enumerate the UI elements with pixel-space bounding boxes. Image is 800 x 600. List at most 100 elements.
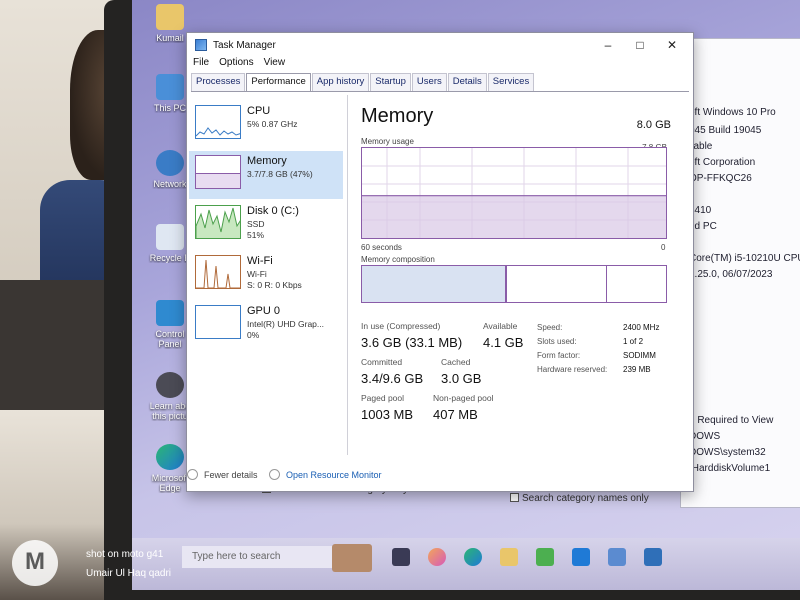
close-button[interactable]: ✕ [657,35,687,55]
pane-divider [347,95,348,455]
bg-row: 1.25.0, 06/07/2023 [689,269,773,280]
mail-icon[interactable] [572,548,590,566]
available-label: Available [483,321,518,331]
motorola-logo-icon [12,540,58,586]
memory-usage-graph [361,147,667,239]
desk-dark [0,280,112,420]
bg-row: DOWS\system32 [689,447,766,458]
bg-row: n Required to View [689,415,774,426]
task-manager-taskbar-icon[interactable] [608,548,626,566]
menu-bar: File Options View [193,57,285,68]
gpu-mini-graph [195,305,241,339]
slots-used-value: 1 of 2 [623,337,644,346]
title-bar[interactable]: Task Manager – □ ✕ [187,33,693,57]
disk-mini-graph [195,205,241,239]
memory-usage-label: Memory usage [361,137,414,146]
hardware-reserved-value: 239 MB [623,365,651,374]
bg-row: 045 Build 19045 [689,125,762,136]
bg-row: oft Windows 10 Pro [689,107,776,118]
tab-app-history[interactable]: App history [311,73,370,91]
available-value: 4.1 GB [483,335,524,350]
tab-services[interactable]: Services [487,73,535,91]
menu-file[interactable]: File [193,57,209,68]
in-use-value: 3.6 GB (33.1 MB) [361,335,463,350]
memory-usage-graph-svg [362,148,666,238]
memory-mini-graph [195,155,241,189]
memory-composition-bar [361,265,667,303]
resource-gpu[interactable]: GPU 0 Intel(R) UHD Grap... 0% [189,301,343,349]
desktop-screen: Kumail This PC Network Recycle B Control… [132,0,800,590]
memory-total: 8.0 GB [636,119,671,131]
widgets-icon[interactable] [428,548,446,566]
tab-performance[interactable]: Performance [246,73,311,92]
chevron-up-icon [187,469,198,480]
graph-time-left: 60 seconds [361,243,402,252]
form-factor-label: Form factor: [537,351,581,360]
checkbox-icon [510,493,519,502]
network-icon [156,150,184,176]
camera-watermark: shot on moto g41 Umair Ul Haq qadri [12,540,212,590]
edge-taskbar-icon[interactable] [464,548,482,566]
footer: Fewer details Open Resource Monitor [187,455,693,491]
bg-row: \HarddiskVolume1 [689,463,771,474]
cached-value: 3.0 GB [441,371,482,386]
speed-value: 2400 MHz [623,323,660,332]
graph-time-right: 0 [661,243,666,252]
cached-label: Cached [441,357,471,367]
memory-composition-label: Memory composition [361,255,435,264]
tab-users[interactable]: Users [411,73,447,91]
window-title: Task Manager [213,39,276,51]
non-paged-pool-value: 407 MB [433,407,478,422]
in-use-label: In use (Compressed) [361,321,441,331]
store-icon[interactable] [536,548,554,566]
composition-standby [507,266,607,302]
resource-cpu[interactable]: CPU 5% 0.87 GHz [189,101,343,149]
form-factor-value: SODIMM [623,351,656,360]
photo-scene: Kumail This PC Network Recycle B Control… [0,0,800,600]
resource-list: CPU 5% 0.87 GHz Memory 3.7/7.8 GB (47%) … [189,101,343,351]
paged-pool-value: 1003 MB [361,407,414,422]
camera-icon [156,372,184,398]
minimize-button[interactable]: – [593,35,623,55]
composition-in-use [362,266,506,302]
search-category-names-checkbox[interactable]: Search category names only [510,493,649,504]
menu-options[interactable]: Options [219,57,253,68]
resource-monitor-icon [269,469,280,480]
non-paged-pool-label: Non-paged pool [433,393,494,403]
fewer-details-button[interactable]: Fewer details [187,469,258,480]
maximize-button[interactable]: □ [625,35,655,55]
tab-underline [191,91,689,92]
speed-label: Speed: [537,323,563,332]
task-manager-window: Task Manager – □ ✕ File Options View Pro… [186,32,694,492]
task-view-icon[interactable] [392,548,410,566]
resource-disk[interactable]: Disk 0 (C:) SSD 51% [189,201,343,249]
resource-memory[interactable]: Memory 3.7/7.8 GB (47%) [189,151,343,199]
search-highlight-image [332,544,372,572]
memory-heading: Memory [361,105,434,127]
hardware-reserved-label: Hardware reserved: [537,365,608,374]
system-info-window: oft Windows 10 Pro 045 Build 19045 ilabl… [680,38,800,508]
tab-details[interactable]: Details [447,73,487,91]
tab-processes[interactable]: Processes [191,73,246,91]
watermark-author: Umair Ul Haq qadri [86,568,172,579]
memory-usage-fill [362,195,666,238]
slots-used-label: Slots used: [537,337,577,346]
open-resource-monitor-link[interactable]: Open Resource Monitor [269,469,382,480]
edge-icon [156,444,184,470]
tab-strip: Processes Performance App history Startu… [191,73,535,92]
committed-value: 3.4/9.6 GB [361,371,424,386]
bg-row: OP-FFKQC26 [689,173,752,184]
system-info-taskbar-icon[interactable] [644,548,662,566]
recycle-bin-icon [156,224,184,250]
bg-row: Core(TM) i5-10210U CPU [689,253,800,264]
file-explorer-icon[interactable] [500,548,518,566]
folder-icon [156,4,184,30]
bg-row: oft Corporation [689,157,756,168]
taskbar: Type here to search [132,538,800,590]
watermark-device: shot on moto g41 [86,549,164,560]
resource-wifi[interactable]: Wi-Fi Wi-Fi S: 0 R: 0 Kbps [189,251,343,299]
wifi-mini-graph [195,255,241,289]
menu-view[interactable]: View [264,57,286,68]
tab-startup[interactable]: Startup [370,73,411,91]
paged-pool-label: Paged pool [361,393,405,403]
